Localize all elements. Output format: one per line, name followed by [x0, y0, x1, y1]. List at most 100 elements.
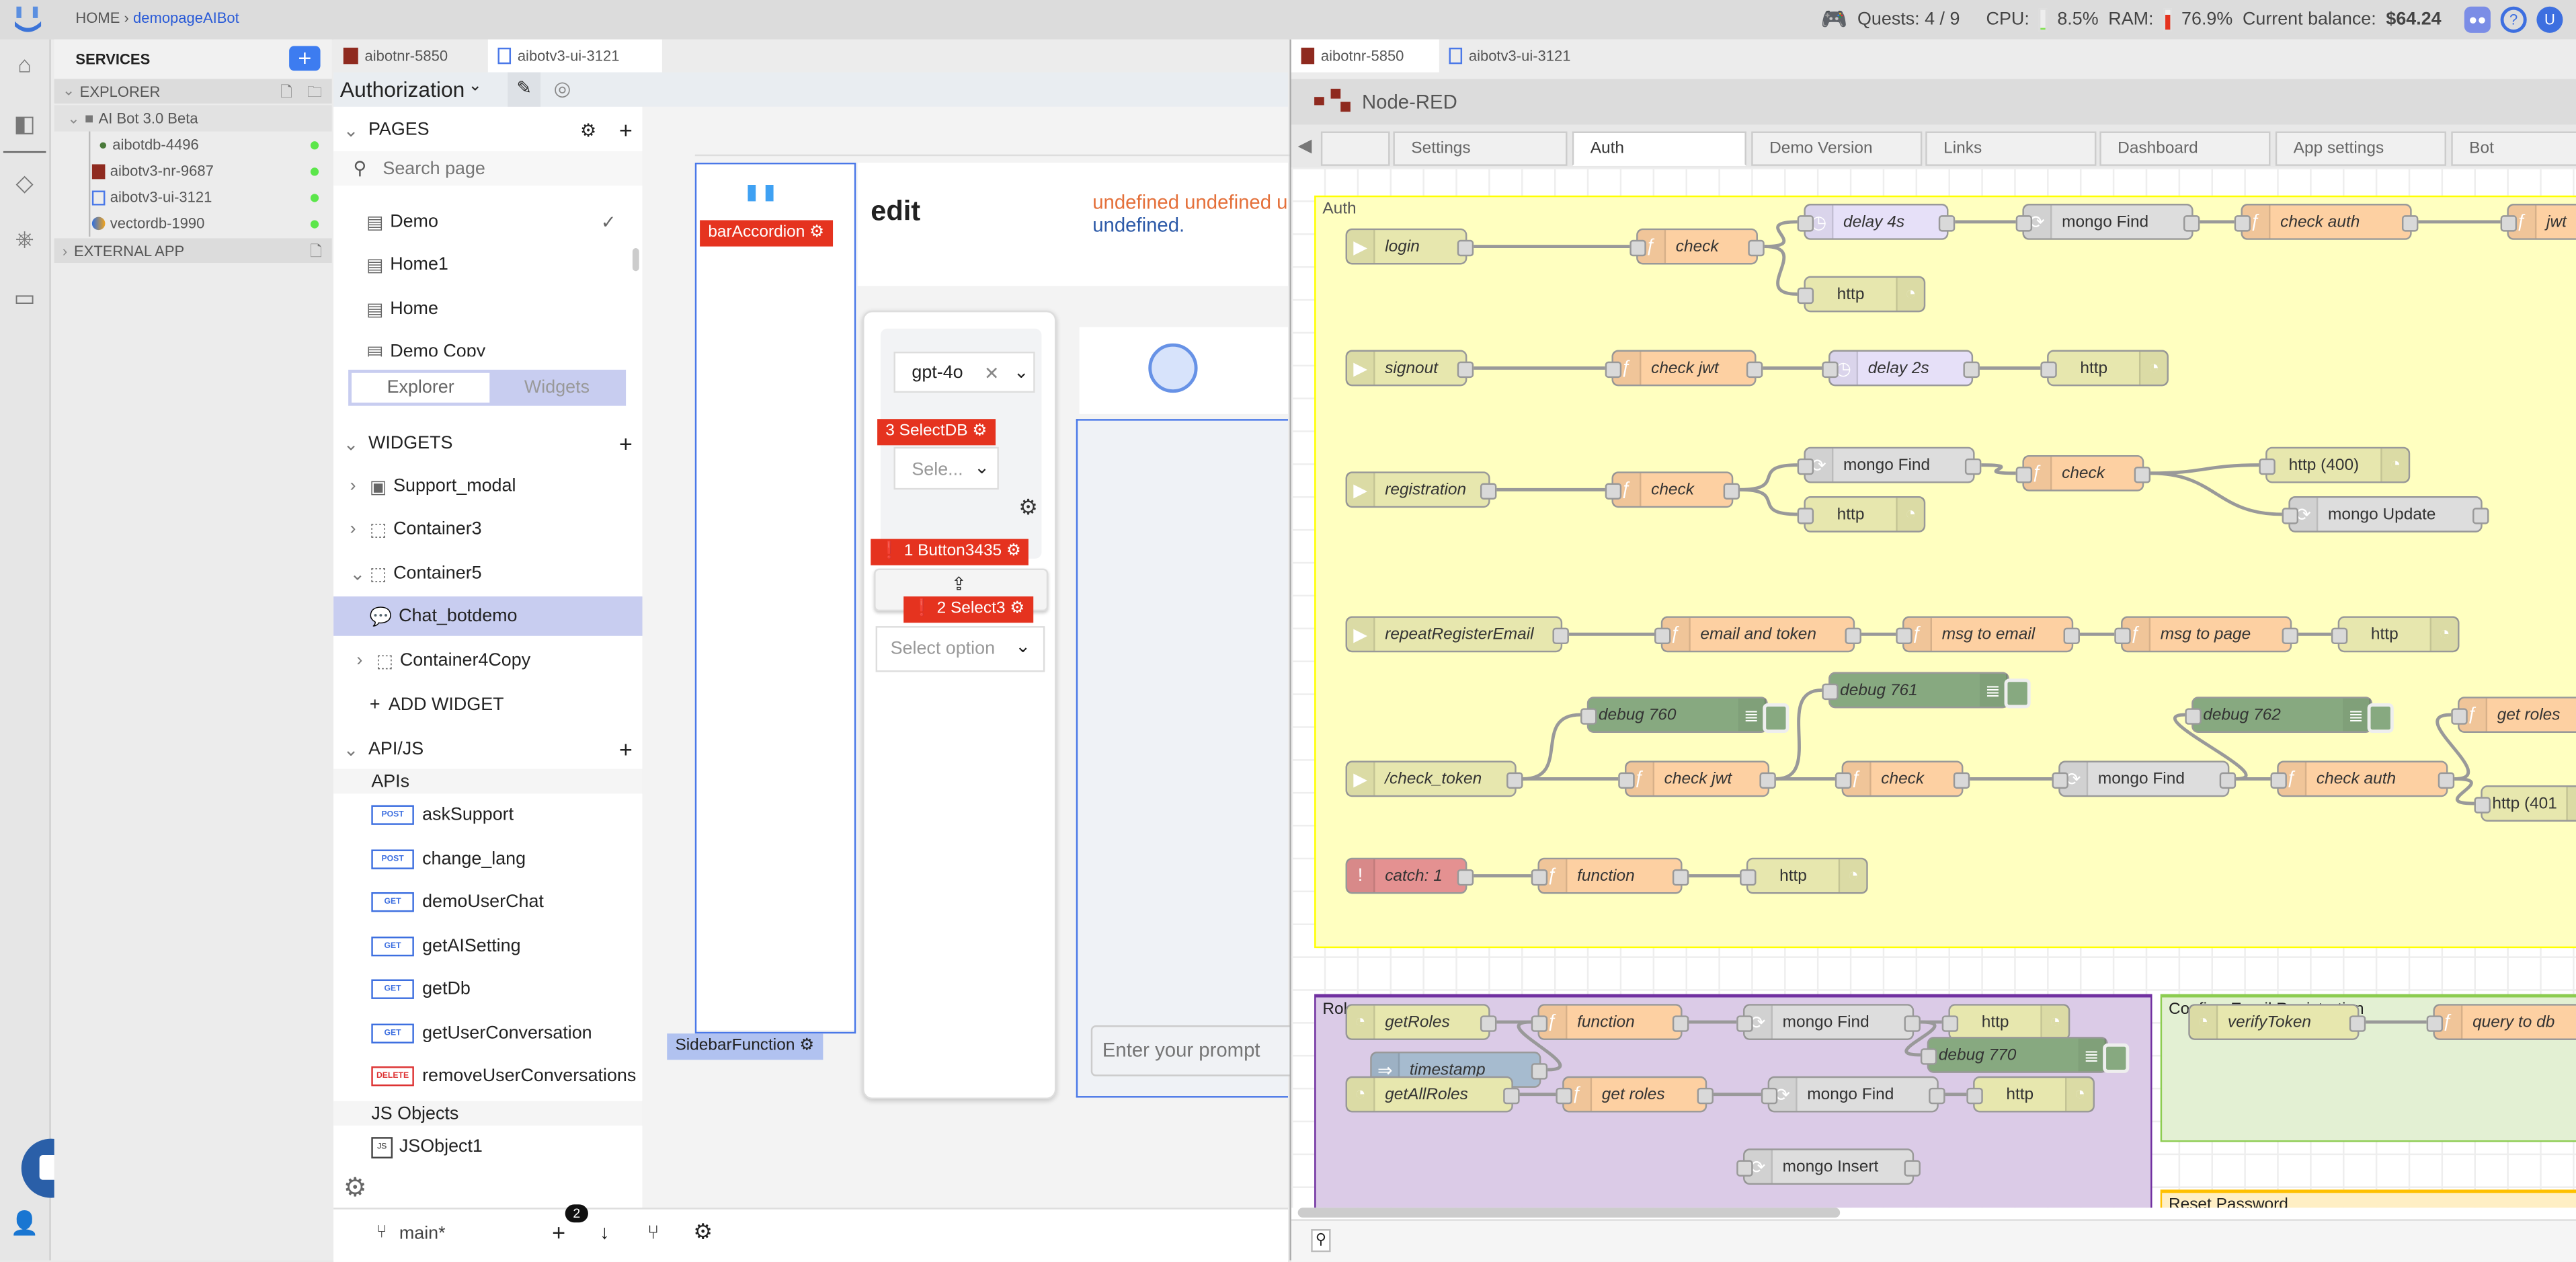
input-port[interactable]: [1736, 1015, 1753, 1032]
flow-node-http6[interactable]: http ◔: [1941, 1004, 2070, 1040]
help-icon[interactable]: ?: [2500, 6, 2527, 33]
output-port[interactable]: [1748, 239, 1765, 257]
output-port[interactable]: [1746, 361, 1763, 379]
input-port[interactable]: [1797, 287, 1814, 305]
add-widget-button[interactable]: + ADD WIDGET: [333, 685, 642, 725]
flow-node-login[interactable]: ▶ login: [1345, 228, 1474, 265]
output-port[interactable]: [2401, 215, 2419, 232]
output-port[interactable]: [1964, 458, 1982, 475]
tab-aibotnr[interactable]: aibotnr-5850: [1291, 39, 1439, 73]
input-port[interactable]: [1797, 215, 1814, 232]
tab-aibotv3-ui[interactable]: aibotv3-ui-3121: [487, 39, 662, 73]
api-item[interactable]: GET demoUserChat: [333, 882, 642, 922]
quests-label[interactable]: Quests: 4 / 9: [1857, 10, 1960, 30]
search-page-field[interactable]: ⚲: [333, 151, 643, 186]
output-port[interactable]: [1953, 772, 1970, 789]
button-tag[interactable]: ❗ 1 Button3435 ⚙: [871, 539, 1030, 565]
widget-item[interactable]: ⌄ ⬚ Container5: [333, 554, 642, 594]
output-port[interactable]: [1938, 215, 1956, 232]
output-port[interactable]: [2472, 508, 2489, 524]
new-file-icon[interactable]: 🗋: [280, 81, 292, 107]
input-port[interactable]: [1797, 508, 1814, 524]
flow-node-getroles1[interactable]: ƒ get roles: [2451, 697, 2576, 733]
flow-node-repeat[interactable]: ▶ repeatRegisterEmail: [1345, 616, 1569, 653]
flow-node-checkjwt1[interactable]: ƒ check jwt: [1605, 350, 1763, 387]
page-selector[interactable]: Authorization: [340, 77, 465, 102]
flow-node-delay2[interactable]: ◷ delay 2s: [1822, 350, 1980, 387]
new-folder-icon[interactable]: 🗀: [307, 81, 322, 107]
output-port[interactable]: [1457, 239, 1474, 257]
tab-aibotv3-ui[interactable]: aibotv3-ui-3121: [1439, 40, 1613, 73]
input-port[interactable]: [2270, 772, 2287, 789]
output-port[interactable]: [1904, 1015, 1921, 1032]
input-port[interactable]: [1966, 1087, 1983, 1105]
monitor-icon[interactable]: ▭: [10, 282, 40, 312]
horizontal-scrollbar[interactable]: [1297, 1208, 1841, 1218]
input-port[interactable]: [2451, 708, 2468, 725]
gear-icon[interactable]: ⚙: [580, 119, 596, 141]
flow-node-debug761[interactable]: debug 761 ≣: [1822, 672, 2031, 709]
widget-item[interactable]: › ⬚ Container4Copy: [333, 641, 642, 680]
breadcrumb-current[interactable]: demopageAIBot: [133, 10, 239, 26]
input-port[interactable]: [2015, 215, 2033, 232]
toggle-explorer[interactable]: Explorer: [351, 372, 490, 403]
service-item[interactable]: vectordb-1990: [54, 210, 332, 237]
user-avatar[interactable]: U: [2536, 6, 2563, 33]
home-icon[interactable]: ⌂: [10, 49, 40, 79]
explorer-section[interactable]: ⌄ EXPLORER 🗋 🗀: [54, 79, 332, 104]
flow-node-getroles2[interactable]: ƒ get roles: [1556, 1076, 1714, 1113]
input-port[interactable]: [1654, 627, 1671, 645]
service-item[interactable]: aibotv3-ui-3121: [54, 184, 332, 210]
flow-node-mongofind5[interactable]: ⟳ mongo Find: [1761, 1076, 1945, 1113]
prompt-field[interactable]: [1090, 1025, 1297, 1076]
input-port[interactable]: [1920, 1048, 1937, 1065]
input-port[interactable]: [2331, 627, 2348, 645]
widget-item[interactable]: › ▣ Support_modal: [333, 467, 642, 506]
input-port[interactable]: [1822, 361, 1839, 379]
flow-node-http5[interactable]: http ◔: [1740, 857, 1868, 894]
user-icon[interactable]: 👤: [10, 1208, 40, 1237]
flow-node-http3[interactable]: http ◔: [1797, 496, 1926, 533]
input-port[interactable]: [2040, 361, 2057, 379]
preview-eye-icon[interactable]: ◎: [554, 77, 571, 100]
flow-node-function1[interactable]: ƒ function: [1531, 857, 1689, 894]
flow-node-getRoles[interactable]: ◔ getRoles: [1345, 1004, 1497, 1040]
input-port[interactable]: [1531, 869, 1548, 886]
flow-node-checkjwt2[interactable]: ƒ check jwt: [1618, 760, 1776, 797]
prompt-input[interactable]: [1098, 1037, 1295, 1064]
flow-node-msgemail[interactable]: ƒ msg to email: [1896, 616, 2080, 653]
input-port[interactable]: [2259, 458, 2276, 475]
flow-node-jwt[interactable]: ƒ jwt: [2500, 204, 2576, 240]
breadcrumb-home[interactable]: HOME: [75, 10, 120, 26]
api-item[interactable]: GET getDb: [333, 970, 642, 1009]
output-port[interactable]: [2438, 772, 2455, 789]
debug-toggle-button[interactable]: [1763, 703, 1789, 733]
db-select[interactable]: Sele... ⌄: [893, 446, 999, 490]
api-item[interactable]: POST change_lang: [333, 839, 642, 879]
edit-pencil-icon[interactable]: ✎: [508, 72, 541, 107]
search-page-input[interactable]: [379, 154, 633, 184]
output-port[interactable]: [2282, 627, 2299, 645]
api-item[interactable]: GET getUserConversation: [333, 1013, 642, 1053]
output-port[interactable]: [1480, 1015, 1497, 1032]
input-port[interactable]: [1605, 361, 1622, 379]
service-item[interactable]: aibotv3-nr-9687: [54, 158, 332, 184]
output-port[interactable]: [1457, 869, 1474, 886]
flow-tab[interactable]: Auth: [1572, 131, 1746, 166]
flow-tab[interactable]: Demo Version: [1751, 131, 1923, 166]
debug-toggle-button[interactable]: [2103, 1043, 2130, 1073]
output-port[interactable]: [1963, 361, 1980, 379]
output-port[interactable]: [1723, 483, 1740, 500]
chevron-down-icon[interactable]: ⌄: [469, 77, 483, 95]
input-port[interactable]: [1618, 772, 1635, 789]
output-port[interactable]: [2063, 627, 2080, 645]
git-settings-icon[interactable]: ⚙: [693, 1219, 712, 1245]
widgets-icon[interactable]: ◇: [10, 167, 40, 197]
output-port[interactable]: [1904, 1160, 1921, 1177]
page-item-home[interactable]: ▤ Home: [333, 289, 642, 329]
flow-node-check3[interactable]: ƒ check: [2015, 455, 2151, 491]
model-select[interactable]: gpt-4o ✕ ⌄: [893, 351, 1035, 393]
flow-node-checktoken[interactable]: ▶ /check_token: [1345, 760, 1523, 797]
page-item-demo[interactable]: ▤ Demo ✓: [333, 202, 642, 242]
flow-node-http4[interactable]: http ◔: [2331, 616, 2460, 653]
